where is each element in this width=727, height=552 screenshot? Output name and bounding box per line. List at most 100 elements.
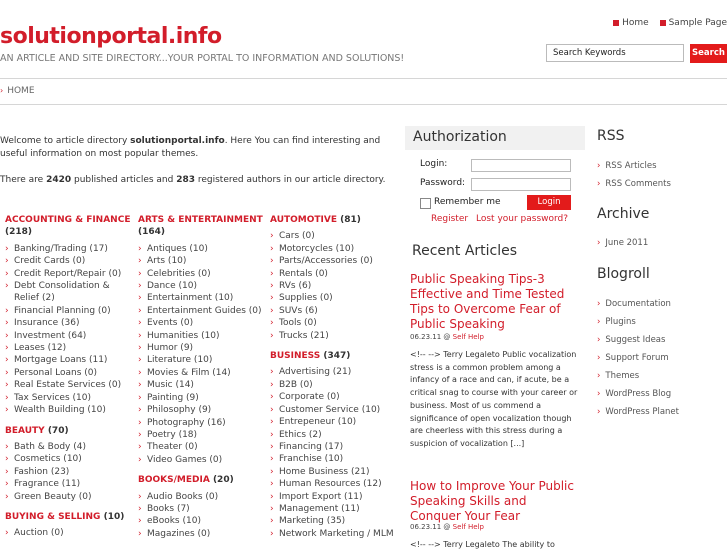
subcategory-link[interactable]: Wealth Building (10) xyxy=(5,404,135,417)
subcategory-link[interactable]: Books (7) xyxy=(138,503,268,516)
nav-home-link[interactable]: › HOME xyxy=(0,86,35,96)
top-link-home[interactable]: Home xyxy=(613,18,649,28)
subcategory-link[interactable]: Franchise (10) xyxy=(270,453,400,466)
rss-link[interactable]: RSS Articles xyxy=(597,157,727,175)
blogroll-link[interactable]: Themes xyxy=(597,367,727,385)
subcategory-link[interactable]: Antiques (10) xyxy=(138,243,268,256)
archive-link[interactable]: June 2011 xyxy=(597,234,727,252)
login-field[interactable] xyxy=(471,159,571,172)
subcategory-link[interactable]: Poetry (18) xyxy=(138,429,268,442)
subcategory-link[interactable]: Music (14) xyxy=(138,379,268,392)
subcategory-link[interactable]: Painting (9) xyxy=(138,392,268,405)
subcategory-link[interactable]: Import Export (11) xyxy=(270,491,400,504)
category-heading[interactable]: ARTS & ENTERTAINMENT (164) xyxy=(138,214,268,239)
category-heading[interactable]: ACCOUNTING & FINANCE (218) xyxy=(5,214,135,239)
subcategory-link[interactable]: Green Beauty (0) xyxy=(5,491,135,504)
subcategory-link[interactable]: Personal Loans (0) xyxy=(5,367,135,380)
subcategory-link[interactable]: Customer Service (10) xyxy=(270,404,400,417)
blogroll-title: Blogroll xyxy=(597,266,650,282)
subcategory-link[interactable]: Cosmetics (10) xyxy=(5,453,135,466)
subcategory-link[interactable]: Events (0) xyxy=(138,317,268,330)
subcategory-link[interactable]: Human Resources (12) xyxy=(270,478,400,491)
rss-link[interactable]: RSS Comments xyxy=(597,175,727,193)
subcategory-link[interactable]: Fashion (23) xyxy=(5,466,135,479)
subcategory-link[interactable]: Arts (10) xyxy=(138,255,268,268)
subcategory-link[interactable]: Cars (0) xyxy=(270,230,400,243)
site-title[interactable]: solutionportal.info xyxy=(0,24,222,49)
subcategory-link[interactable]: Movies & Film (14) xyxy=(138,367,268,380)
lost-password-link[interactable]: Lost your password? xyxy=(476,214,568,224)
subcategory-link[interactable]: Tax Services (10) xyxy=(5,392,135,405)
subcategory-link[interactable]: Investment (64) xyxy=(5,330,135,343)
category-heading[interactable]: BOOKS/MEDIA (20) xyxy=(138,474,268,486)
post-category-2[interactable]: Self Help xyxy=(453,523,484,531)
subcategory-link[interactable]: Mortgage Loans (11) xyxy=(5,354,135,367)
category-heading[interactable]: BEAUTY (70) xyxy=(5,425,135,437)
category-heading[interactable]: BUYING & SELLING (10) xyxy=(5,511,135,523)
register-link[interactable]: Register xyxy=(431,214,468,224)
subcategory-link[interactable]: Ethics (2) xyxy=(270,429,400,442)
remember-me-checkbox[interactable] xyxy=(420,198,431,209)
blogroll-link[interactable]: WordPress Planet xyxy=(597,403,727,421)
blogroll-link[interactable]: Suggest Ideas xyxy=(597,331,727,349)
blogroll-list: DocumentationPluginsSuggest IdeasSupport… xyxy=(597,295,727,421)
subcategory-link[interactable]: Advertising (21) xyxy=(270,366,400,379)
subcategory-link[interactable]: Credit Cards (0) xyxy=(5,255,135,268)
subcategory-link[interactable]: RVs (6) xyxy=(270,280,400,293)
subcategory-link[interactable]: Supplies (0) xyxy=(270,292,400,305)
post-category-1[interactable]: Self Help xyxy=(453,333,484,341)
intro-paragraph-2: There are 2420 published articles and 28… xyxy=(0,174,395,187)
post-title-1[interactable]: Public Speaking Tips-3 Effective and Tim… xyxy=(410,272,580,332)
subcategory-link[interactable]: Celebrities (0) xyxy=(138,268,268,281)
subcategory-link[interactable]: Fragrance (11) xyxy=(5,478,135,491)
subcategory-link[interactable]: Entertainment (10) xyxy=(138,292,268,305)
blogroll-link[interactable]: Documentation xyxy=(597,295,727,313)
subcategory-link[interactable]: B2B (0) xyxy=(270,379,400,392)
subcategory-link[interactable]: Corporate (0) xyxy=(270,391,400,404)
subcategory-link[interactable]: Rentals (0) xyxy=(270,268,400,281)
subcategory-link[interactable]: Audio Books (0) xyxy=(138,491,268,504)
subcategory-link[interactable]: Humor (9) xyxy=(138,342,268,355)
subcategory-link[interactable]: Network Marketing / MLM xyxy=(270,528,400,541)
post-title-2[interactable]: How to Improve Your Public Speaking Skil… xyxy=(410,479,580,524)
subcategory-link[interactable]: Debt Consolidation & Relief (2) xyxy=(5,280,135,305)
subcategory-link[interactable]: Real Estate Services (0) xyxy=(5,379,135,392)
subcategory-link[interactable]: Insurance (36) xyxy=(5,317,135,330)
blogroll-link[interactable]: Support Forum xyxy=(597,349,727,367)
subcategory-link[interactable]: Motorcycles (10) xyxy=(270,243,400,256)
subcategory-link[interactable]: Philosophy (9) xyxy=(138,404,268,417)
subcategory-link[interactable]: Home Business (21) xyxy=(270,466,400,479)
subcategory-link[interactable]: Magazines (0) xyxy=(138,528,268,541)
subcategory-link[interactable]: Credit Report/Repair (0) xyxy=(5,268,135,281)
login-button[interactable]: Login xyxy=(527,195,571,210)
category-heading[interactable]: AUTOMOTIVE (81) xyxy=(270,214,400,226)
subcategory-link[interactable]: Auction (0) xyxy=(5,527,135,540)
subcategory-link[interactable]: Banking/Trading (17) xyxy=(5,243,135,256)
search-input[interactable] xyxy=(546,44,684,62)
subcategory-link[interactable]: Humanities (10) xyxy=(138,330,268,343)
subcategory-link[interactable]: Dance (10) xyxy=(138,280,268,293)
search-button[interactable]: Search xyxy=(690,44,727,63)
top-link-sample-page[interactable]: Sample Page xyxy=(659,18,727,28)
subcategory-link[interactable]: Financing (17) xyxy=(270,441,400,454)
subcategory-link[interactable]: Tools (0) xyxy=(270,317,400,330)
subcategory-link[interactable]: Entrepeneur (10) xyxy=(270,416,400,429)
subcategory-link[interactable]: Trucks (21) xyxy=(270,330,400,343)
subcategory-link[interactable]: Literature (10) xyxy=(138,354,268,367)
subcategory-link[interactable]: Leases (12) xyxy=(5,342,135,355)
blogroll-link[interactable]: WordPress Blog xyxy=(597,385,727,403)
password-field[interactable] xyxy=(471,178,571,191)
subcategory-link[interactable]: Entertainment Guides (0) xyxy=(138,305,268,318)
subcategory-link[interactable]: Theater (0) xyxy=(138,441,268,454)
category-heading[interactable]: BUSINESS (347) xyxy=(270,350,400,362)
subcategory-link[interactable]: Management (11) xyxy=(270,503,400,516)
subcategory-link[interactable]: Parts/Accessories (0) xyxy=(270,255,400,268)
subcategory-link[interactable]: Bath & Body (4) xyxy=(5,441,135,454)
subcategory-link[interactable]: SUVs (6) xyxy=(270,305,400,318)
blogroll-link[interactable]: Plugins xyxy=(597,313,727,331)
subcategory-link[interactable]: Video Games (0) xyxy=(138,454,268,467)
subcategory-link[interactable]: Marketing (35) xyxy=(270,515,400,528)
subcategory-link[interactable]: eBooks (10) xyxy=(138,515,268,528)
subcategory-link[interactable]: Financial Planning (0) xyxy=(5,305,135,318)
subcategory-link[interactable]: Photography (16) xyxy=(138,417,268,430)
